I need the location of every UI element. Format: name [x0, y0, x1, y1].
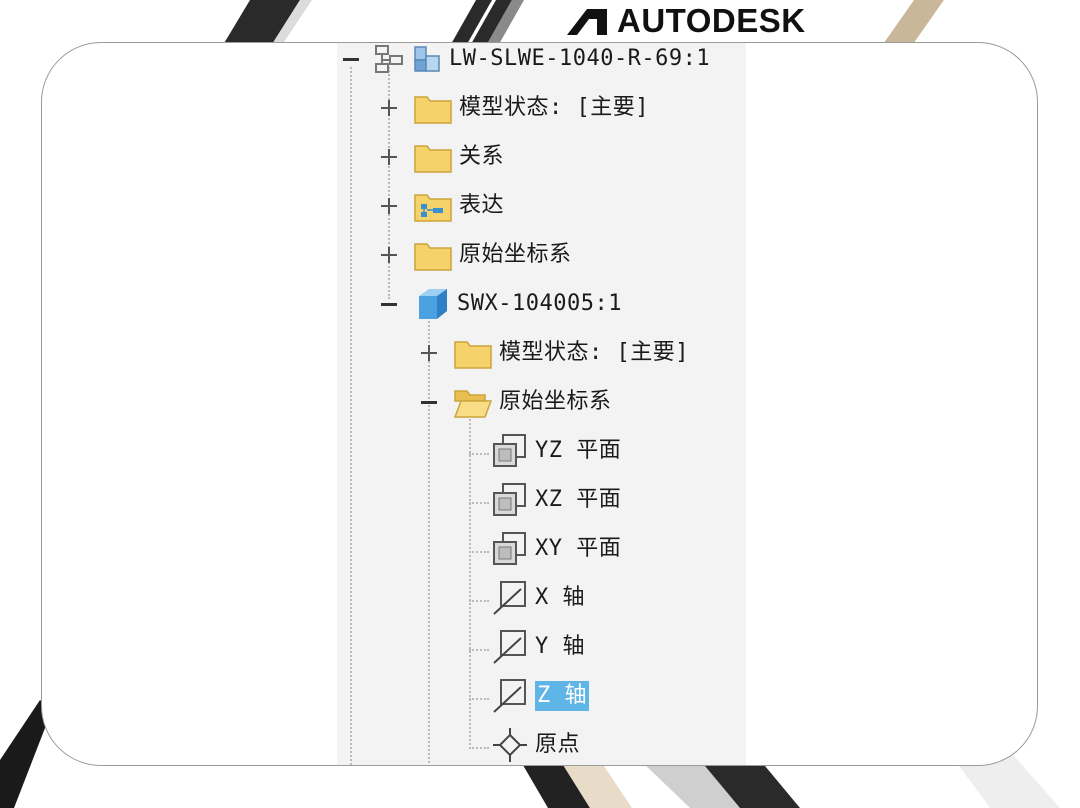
tree-node-label: XZ 平面 — [535, 487, 622, 512]
folder-icon — [414, 145, 452, 173]
tree-node-label: LW-SLWE-1040-R-69:1 — [449, 46, 711, 71]
tree-line — [428, 317, 430, 765]
representation-folder-icon — [414, 194, 452, 222]
tree-node-xz-plane[interactable]: XZ 平面 — [491, 480, 621, 520]
folder-icon — [414, 243, 452, 271]
tree-node-origin-point[interactable]: 原点 — [491, 725, 580, 765]
tree-node-label: Y 轴 — [535, 634, 585, 659]
model-browser-panel: LW-SLWE-1040-R-69:1 模型状态: [主要] 关系 表达 原始坐… — [337, 43, 746, 765]
tree-node-part-model-state[interactable]: 模型状态: [主要] — [453, 333, 689, 373]
tree-node-label: SWX-104005:1 — [457, 291, 622, 316]
collapse-toggle[interactable] — [341, 49, 361, 69]
work-plane-icon — [493, 434, 526, 467]
collapse-toggle[interactable] — [419, 392, 439, 412]
part-cube-icon — [419, 289, 447, 319]
tree-node-representations[interactable]: 表达 — [413, 186, 504, 226]
folder-icon — [454, 341, 492, 369]
tree-node-label: X 轴 — [535, 585, 585, 610]
expand-toggle[interactable] — [379, 147, 399, 167]
work-axis-icon — [493, 679, 526, 713]
tree-node-origin[interactable]: 原始坐标系 — [413, 235, 572, 275]
tree-node-x-axis[interactable]: X 轴 — [491, 578, 585, 618]
tree-line — [469, 649, 489, 651]
tree-line — [469, 453, 489, 455]
tree-node-y-axis[interactable]: Y 轴 — [491, 627, 585, 667]
tree-node-model-state[interactable]: 模型状态: [主要] — [413, 88, 649, 128]
work-plane-icon — [493, 532, 526, 565]
tree-node-label: 表达 — [459, 193, 505, 218]
expand-toggle[interactable] — [379, 245, 399, 265]
tree-line — [469, 600, 489, 602]
autodesk-brand: AUTODESK — [565, 3, 806, 39]
tree-line — [469, 747, 489, 749]
tree-node-z-axis[interactable]: Z 轴 — [491, 676, 589, 716]
work-axis-icon — [493, 630, 526, 664]
slide-card: LW-SLWE-1040-R-69:1 模型状态: [主要] 关系 表达 原始坐… — [41, 42, 1038, 766]
tree-node-part-origin[interactable]: 原始坐标系 — [453, 382, 612, 422]
tree-line — [469, 502, 489, 504]
autodesk-logo-icon — [567, 9, 607, 35]
tree-line — [469, 698, 489, 700]
assembly-icon — [414, 46, 440, 72]
work-axis-icon — [493, 581, 526, 615]
tree-node-relationships[interactable]: 关系 — [413, 137, 504, 177]
folder-icon — [414, 96, 452, 124]
hierarchy-icon — [375, 45, 403, 73]
tree-node-label: 关系 — [459, 144, 505, 169]
work-point-icon — [493, 728, 527, 762]
expand-toggle[interactable] — [419, 343, 439, 363]
tree-line — [350, 67, 352, 765]
tree-node-label: XY 平面 — [535, 536, 622, 561]
tree-node-part[interactable]: SWX-104005:1 — [413, 284, 622, 324]
tree-node-label: YZ 平面 — [535, 438, 622, 463]
tree-node-label: 模型状态: [主要] — [459, 95, 649, 120]
tree-node-label-selected: Z 轴 — [535, 681, 589, 711]
folder-open-icon — [453, 390, 493, 418]
tree-node-root[interactable]: LW-SLWE-1040-R-69:1 — [373, 43, 711, 79]
tree-node-xy-plane[interactable]: XY 平面 — [491, 529, 621, 569]
collapse-toggle[interactable] — [379, 294, 399, 314]
expand-toggle[interactable] — [379, 98, 399, 118]
tree-node-yz-plane[interactable]: YZ 平面 — [491, 431, 621, 471]
work-plane-icon — [493, 483, 526, 516]
tree-node-label: 原始坐标系 — [499, 389, 612, 414]
tree-line — [469, 551, 489, 553]
brand-name: AUTODESK — [617, 2, 806, 39]
expand-toggle[interactable] — [379, 196, 399, 216]
tree-node-label: 原始坐标系 — [459, 242, 572, 267]
tree-node-label: 模型状态: [主要] — [499, 340, 689, 365]
tree-node-label: 原点 — [535, 732, 581, 757]
